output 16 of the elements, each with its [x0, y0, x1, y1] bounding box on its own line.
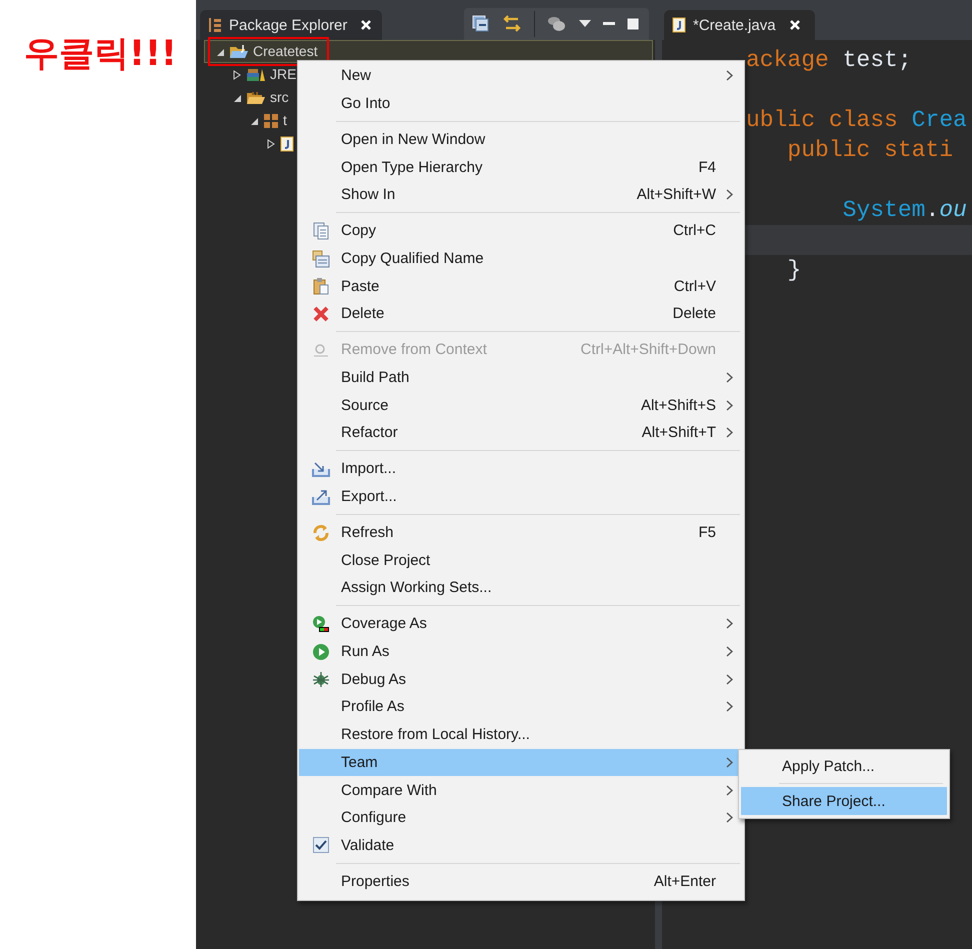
code-line: public stati — [786, 137, 954, 163]
shortcut-text: Alt+Shift+W — [636, 186, 716, 204]
shortcut-text: Ctrl+V — [674, 278, 716, 295]
shortcut-text: Delete — [672, 305, 716, 322]
annotation-text: 우클릭!!! — [24, 34, 177, 74]
code-line: } — [786, 257, 802, 283]
shortcut-text: F5 — [698, 524, 716, 542]
shortcut-text: Ctrl+C — [673, 222, 716, 240]
shortcut-text: Alt+Shift+T — [642, 424, 716, 442]
shortcut-text: Alt+Shift+S — [640, 396, 716, 414]
code-line: ublic class Crea — [746, 107, 967, 133]
shortcut-text: Alt+Enter — [654, 872, 716, 890]
code-line: System.ou — [842, 197, 967, 223]
shortcut-text: F4 — [698, 158, 716, 176]
shortcut-text: Ctrl+Alt+Shift+Down — [580, 341, 716, 358]
code-line: ackage test; — [746, 47, 912, 73]
